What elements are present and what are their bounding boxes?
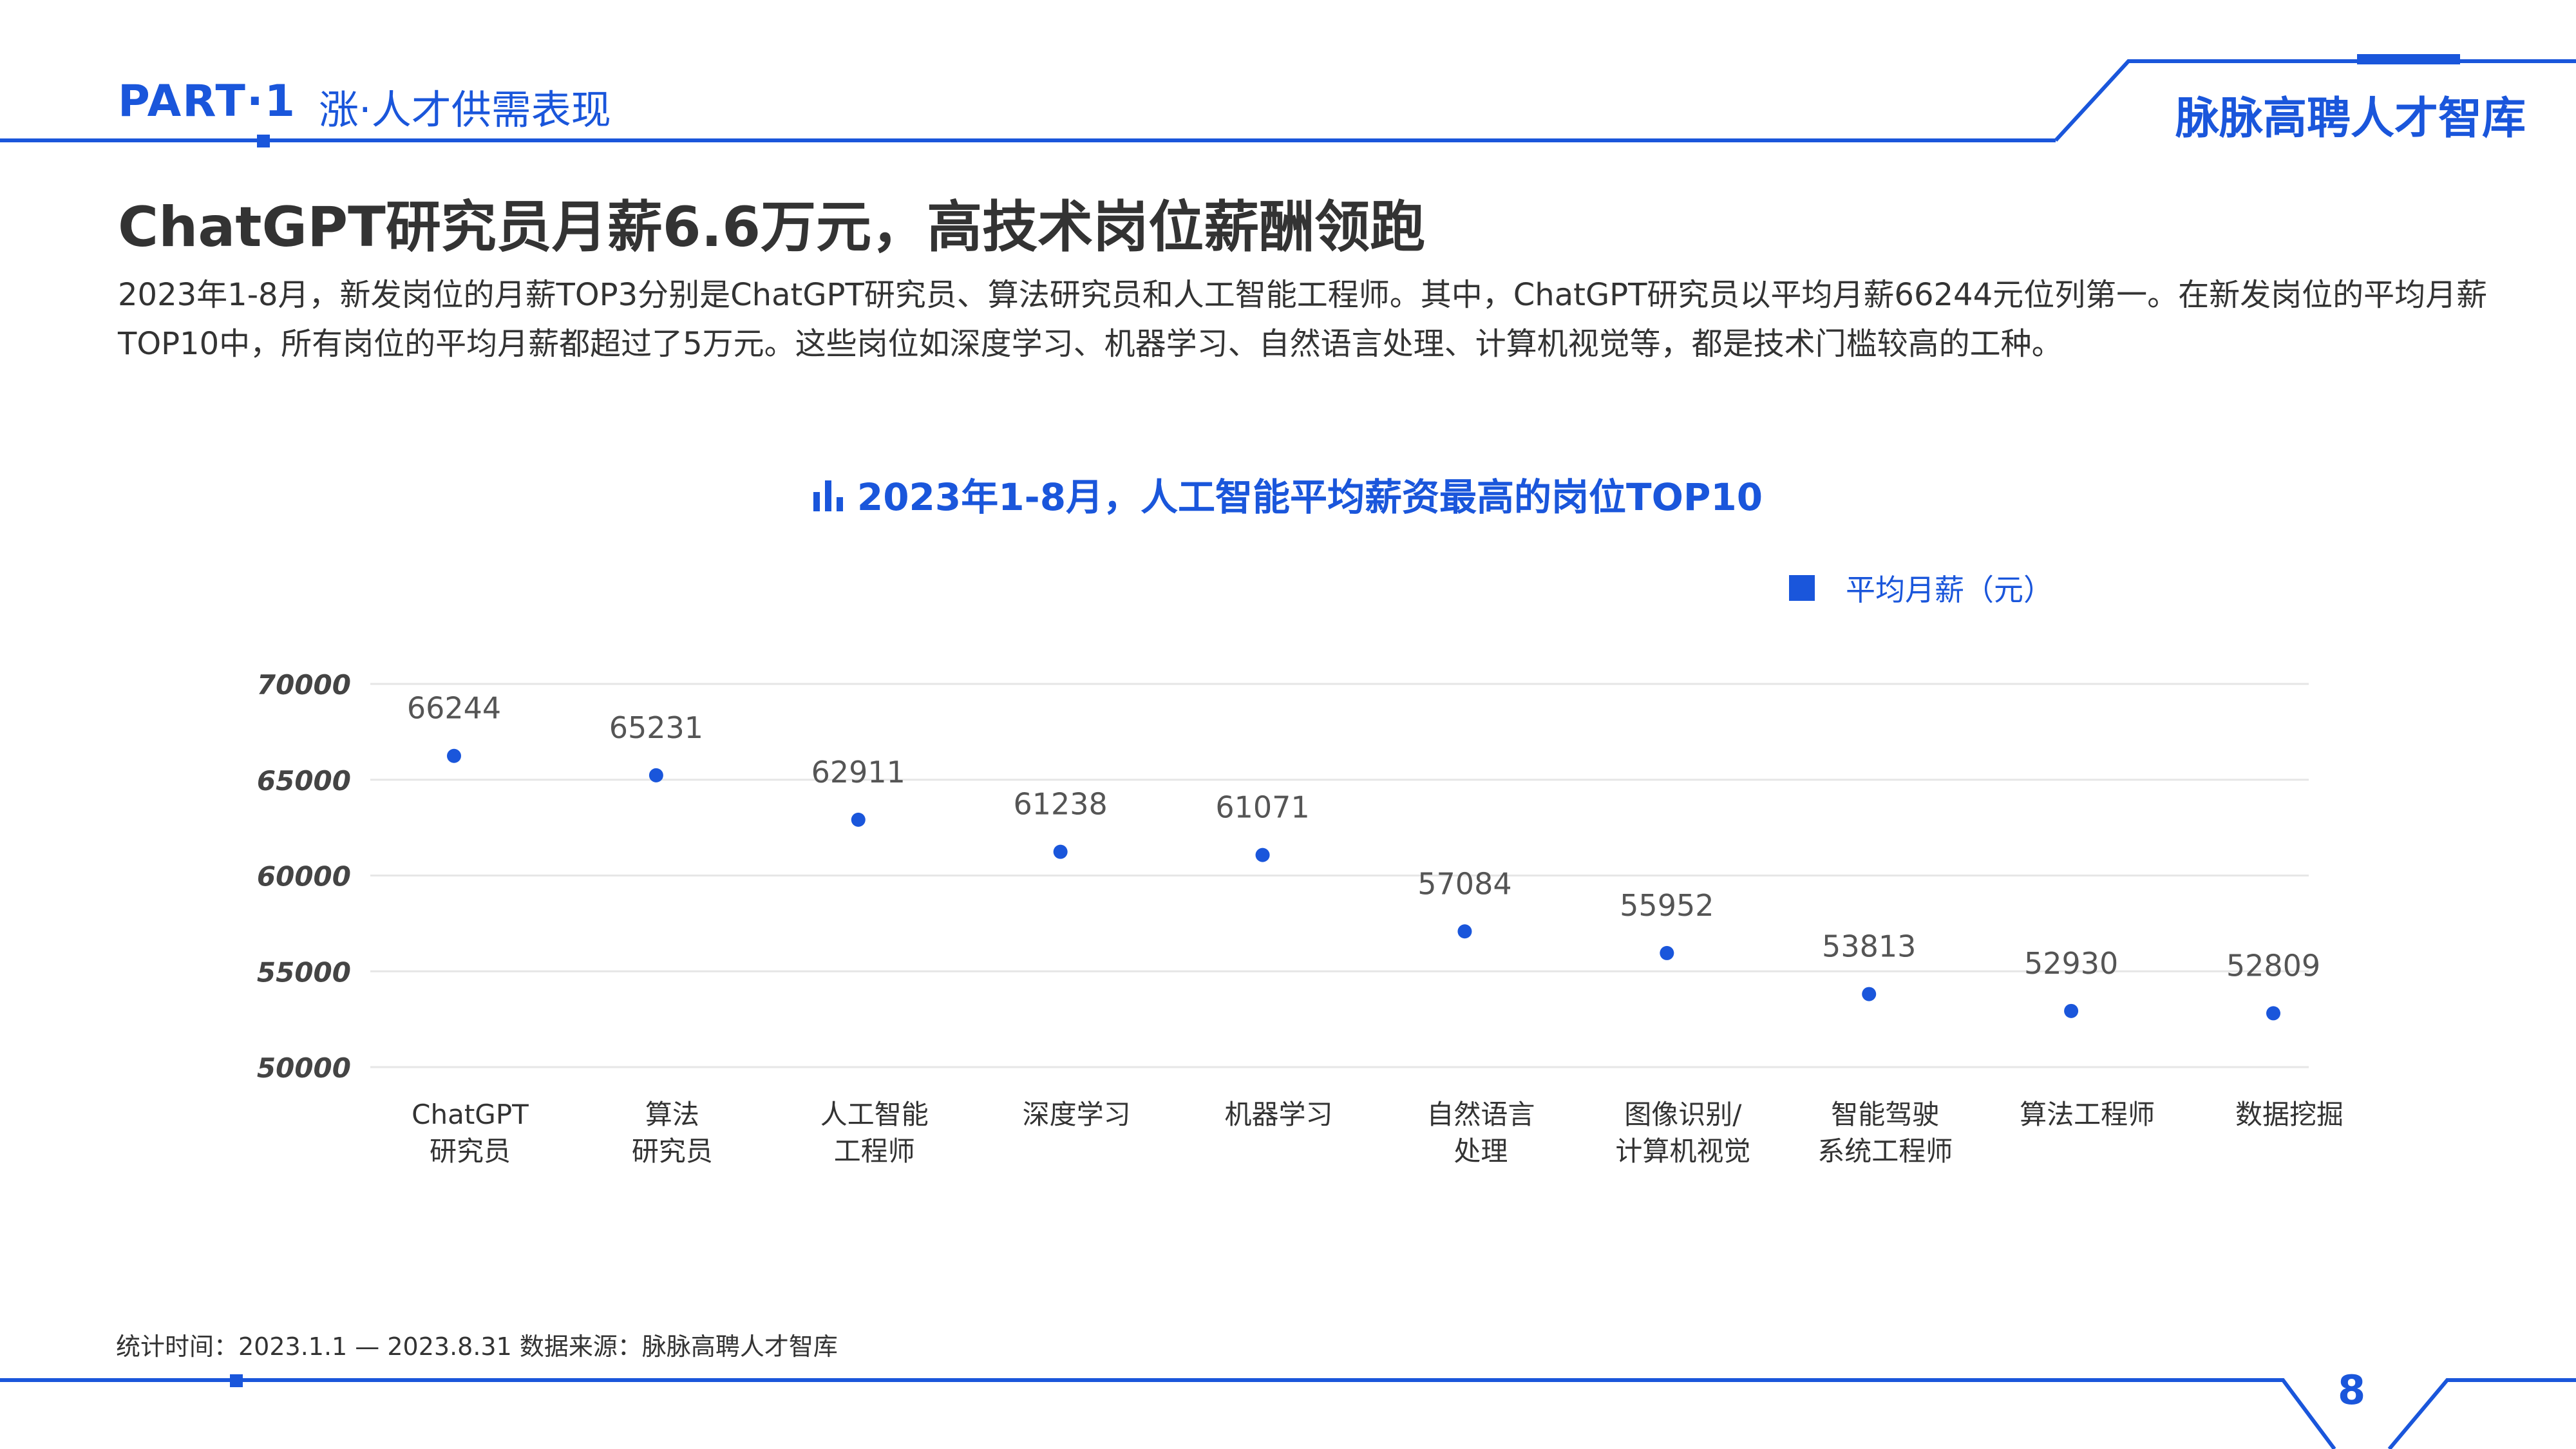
source-footnote: 统计时间：2023.1.1 — 2023.8.31 数据来源：脉脉高聘人才智库 (116, 1332, 838, 1361)
data-point (1255, 848, 1270, 862)
chart-plot: 50000 55000 60000 65000 70000 66244 65231 62911… (257, 669, 2344, 1167)
x-tick-label: 研究员 (632, 1135, 713, 1167)
data-label: 55952 (1620, 888, 1714, 923)
y-tick-label: 70000 (257, 669, 351, 701)
x-tick-label: 处理 (1454, 1135, 1508, 1167)
data-point (649, 768, 663, 782)
data-label: 52930 (2024, 946, 2118, 981)
data-point (1660, 945, 1674, 960)
data-label: 61071 (1215, 790, 1309, 825)
data-point (2266, 1006, 2280, 1021)
data-point (2064, 1003, 2079, 1018)
x-tick-label: 工程师 (834, 1135, 915, 1167)
data-label: 52809 (2226, 948, 2320, 983)
data-label: 61238 (1013, 787, 1107, 822)
data-label: 57084 (1417, 866, 1511, 901)
x-tick-label: 研究员 (430, 1135, 511, 1167)
data-point (447, 748, 461, 763)
y-tick-label: 55000 (257, 956, 351, 988)
x-tick-label: 机器学习 (1225, 1099, 1333, 1130)
data-label: 65231 (609, 710, 703, 745)
page-number: 8 (2338, 1367, 2366, 1414)
data-point (1457, 924, 1472, 939)
x-tick-label: 算法 (645, 1099, 699, 1130)
x-tick-label: 深度学习 (1023, 1099, 1131, 1130)
x-tick-label: ChatGPT (412, 1099, 529, 1130)
y-tick-label: 60000 (257, 861, 351, 893)
x-tick-label: 自然语言 (1426, 1099, 1535, 1130)
data-point (1053, 844, 1068, 859)
x-tick-label: 人工智能 (820, 1099, 929, 1130)
y-tick-label: 65000 (257, 765, 351, 797)
x-tick-label: 计算机视觉 (1615, 1135, 1750, 1167)
x-tick-label: 图像识别/ (1624, 1099, 1742, 1130)
data-point (1862, 987, 1877, 1001)
data-point (851, 812, 866, 827)
data-label: 66244 (407, 691, 501, 726)
y-tick-label: 50000 (257, 1052, 351, 1084)
data-label: 53813 (1822, 929, 1916, 964)
x-tick-label: 数据挖掘 (2235, 1099, 2344, 1130)
x-tick-label: 算法工程师 (2020, 1099, 2155, 1130)
x-tick-label: 系统工程师 (1817, 1135, 1953, 1167)
data-label: 62911 (811, 755, 905, 790)
x-tick-label: 智能驾驶 (1831, 1099, 1939, 1130)
